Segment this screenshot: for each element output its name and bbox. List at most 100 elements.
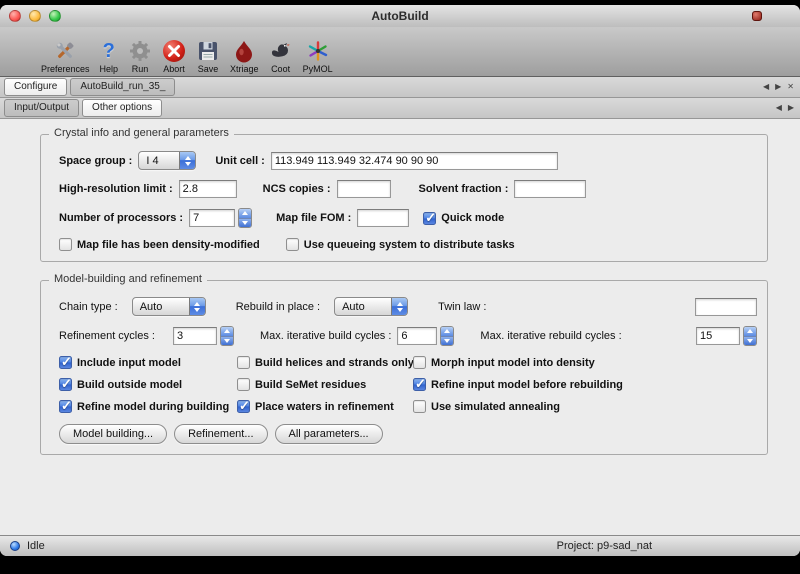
toolbar-button-help[interactable]: ? Help — [95, 32, 124, 74]
save-floppy-icon — [196, 36, 220, 63]
max-rebuild-stepper[interactable] — [743, 326, 757, 346]
toolbar-label: PyMOL — [303, 64, 333, 74]
row-chain-type: Chain type : Auto Rebuild in place : Aut… — [59, 297, 757, 316]
close-button[interactable] — [9, 10, 21, 22]
refinement-button[interactable]: Refinement... — [174, 424, 267, 444]
group-title: Model-building and refinement — [49, 273, 207, 285]
checkbox-box[interactable] — [237, 378, 250, 391]
checkbox-morph-input-model[interactable]: Morph input model into density — [413, 356, 757, 369]
checkbox-quick-mode[interactable]: Quick mode — [423, 212, 504, 225]
subtab-scroll-right-icon[interactable]: ▶ — [788, 104, 794, 112]
subtab-scroll-left-icon[interactable]: ◀ — [776, 104, 782, 112]
toolbar-button-preferences[interactable]: Preferences — [36, 32, 95, 74]
processors-stepper[interactable] — [238, 208, 252, 228]
tab-close-icon[interactable]: ✕ — [787, 83, 794, 91]
solvent-fraction-input[interactable] — [514, 180, 586, 198]
model-building-button[interactable]: Model building... — [59, 424, 167, 444]
all-parameters-button[interactable]: All parameters... — [275, 424, 383, 444]
traffic-lights — [9, 10, 61, 22]
map-fom-label: Map file FOM : — [276, 212, 351, 224]
popup-arrows-icon — [391, 298, 407, 315]
model-button-row: Model building... Refinement... All para… — [59, 424, 757, 444]
toolbar-button-xtriage[interactable]: Xtriage — [225, 32, 264, 74]
tab-scroll-right-icon[interactable]: ▶ — [775, 83, 781, 91]
app-window: AutoBuild Preferences ? Help — [0, 5, 800, 556]
high-res-input[interactable] — [179, 180, 237, 198]
unit-cell-input[interactable] — [271, 152, 558, 170]
refinement-cycles-input[interactable] — [173, 327, 217, 345]
map-fom-input[interactable] — [357, 209, 409, 227]
rebuild-in-place-select[interactable]: Auto — [334, 297, 408, 316]
toolbar-button-save[interactable]: Save — [191, 32, 225, 74]
status-bar: Idle Project: p9-sad_nat — [0, 535, 800, 556]
max-build-stepper[interactable] — [440, 326, 454, 346]
processors-input[interactable] — [189, 209, 235, 227]
checkbox-build-semet[interactable]: Build SeMet residues — [237, 378, 413, 391]
toolbar-button-abort[interactable]: Abort — [157, 32, 191, 74]
rebuild-in-place-label: Rebuild in place : — [236, 301, 320, 313]
refinement-cycles-stepper[interactable] — [220, 326, 234, 346]
checkbox-simulated-annealing[interactable]: Use simulated annealing — [413, 400, 757, 413]
ncs-copies-input[interactable] — [337, 180, 391, 198]
checkbox-box[interactable] — [413, 356, 426, 369]
help-icon: ? — [103, 36, 115, 63]
tab-scroll-left-icon[interactable]: ◀ — [763, 83, 769, 91]
xtriage-icon — [232, 36, 256, 63]
checkbox-box[interactable] — [59, 400, 72, 413]
checkbox-box[interactable] — [59, 356, 72, 369]
project-label: Project: p9-sad_nat — [557, 540, 652, 552]
model-checkbox-grid: Include input model Build helices and st… — [59, 356, 757, 413]
checkbox-density-modified[interactable]: Map file has been density-modified — [59, 238, 260, 251]
status-text: Idle — [27, 540, 45, 552]
checkbox-box[interactable] — [413, 400, 426, 413]
row-processors: Number of processors : Map file FOM : Qu… — [59, 208, 757, 228]
preferences-icon — [53, 36, 77, 63]
group-title: Crystal info and general parameters — [49, 127, 234, 139]
refinement-cycles-label: Refinement cycles : — [59, 330, 155, 342]
space-group-label: Space group : — [59, 155, 132, 167]
checkbox-build-helices-strands[interactable]: Build helices and strands only — [237, 356, 413, 369]
tab-bar-controls: ◀ ▶ ✕ — [763, 77, 794, 97]
ncs-copies-label: NCS copies : — [263, 183, 331, 195]
checkbox-build-outside-model[interactable]: Build outside model — [59, 378, 237, 391]
window-title: AutoBuild — [0, 9, 800, 23]
checkbox-box[interactable] — [237, 400, 250, 413]
checkbox-queueing[interactable]: Use queueing system to distribute tasks — [286, 238, 515, 251]
titlebar-widget-icon[interactable] — [752, 11, 762, 21]
checkbox-box[interactable] — [413, 378, 426, 391]
checkbox-box[interactable] — [59, 378, 72, 391]
title-bar[interactable]: AutoBuild — [0, 5, 800, 27]
max-build-label: Max. iterative build cycles : — [260, 330, 391, 342]
zoom-button[interactable] — [49, 10, 61, 22]
checkbox-box[interactable] — [423, 212, 436, 225]
space-group-select[interactable]: I 4 — [138, 151, 196, 170]
main-tab-bar: Configure AutoBuild_run_35_ ◀ ▶ ✕ — [0, 77, 800, 98]
toolbar-label: Preferences — [41, 64, 90, 74]
tab-other-options[interactable]: Other options — [82, 99, 162, 117]
max-build-input[interactable] — [397, 327, 437, 345]
checkbox-refine-before-rebuilding[interactable]: Refine input model before rebuilding — [413, 378, 757, 391]
toolbar-button-run[interactable]: Run — [123, 32, 157, 74]
checkbox-include-input-model[interactable]: Include input model — [59, 356, 237, 369]
options-panel: Crystal info and general parameters Spac… — [0, 119, 800, 535]
toolbar-button-pymol[interactable]: PyMOL — [298, 32, 338, 74]
checkbox-box[interactable] — [59, 238, 72, 251]
row-cycles: Refinement cycles : Max. iterative build… — [59, 326, 757, 346]
tab-configure[interactable]: Configure — [4, 78, 67, 96]
checkbox-box[interactable] — [286, 238, 299, 251]
checkbox-box[interactable] — [237, 356, 250, 369]
checkbox-place-waters[interactable]: Place waters in refinement — [237, 400, 413, 413]
tab-input-output[interactable]: Input/Output — [4, 99, 79, 117]
tab-autobuild-run[interactable]: AutoBuild_run_35_ — [70, 78, 175, 96]
status-led-icon — [10, 541, 20, 551]
twin-law-label: Twin law : — [438, 301, 486, 313]
minimize-button[interactable] — [29, 10, 41, 22]
toolbar-button-coot[interactable]: Coot — [264, 32, 298, 74]
toolbar-label: Help — [100, 64, 119, 74]
popup-arrows-icon — [189, 298, 205, 315]
twin-law-input[interactable] — [695, 298, 757, 316]
popup-arrows-icon — [179, 152, 195, 169]
chain-type-select[interactable]: Auto — [132, 297, 206, 316]
checkbox-refine-during-building[interactable]: Refine model during building — [59, 400, 237, 413]
max-rebuild-input[interactable] — [696, 327, 740, 345]
